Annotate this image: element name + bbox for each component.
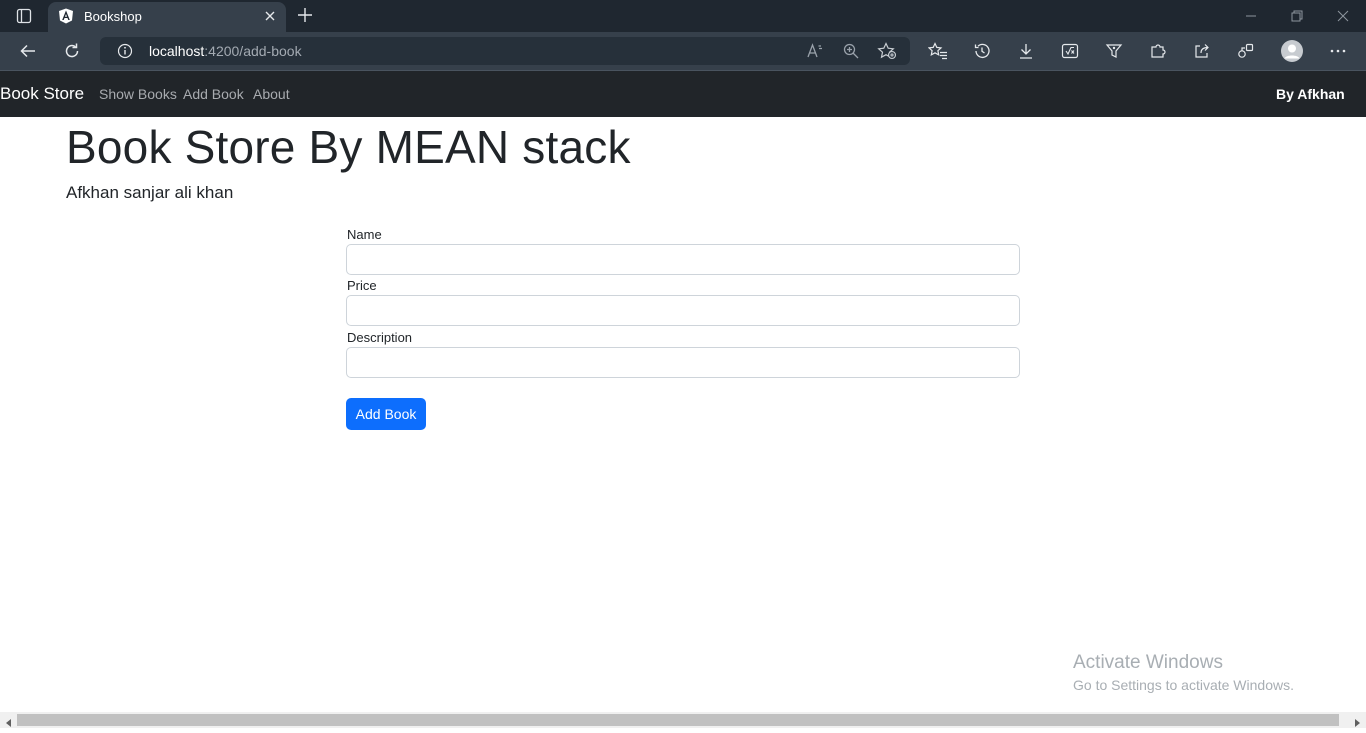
tab-title: Bookshop	[84, 9, 142, 24]
horizontal-scrollbar[interactable]	[0, 712, 1366, 728]
site-info-icon[interactable]	[117, 43, 133, 64]
back-icon[interactable]	[18, 41, 38, 61]
refresh-icon[interactable]	[62, 41, 82, 61]
close-window-icon[interactable]	[1335, 8, 1351, 24]
browser-toolbar: localhost:4200/add-book	[0, 32, 1366, 70]
url-path: :4200/add-book	[204, 43, 302, 59]
extensions-icon[interactable]	[1148, 41, 1168, 61]
favorites-icon[interactable]	[928, 41, 948, 61]
read-aloud-icon[interactable]	[806, 42, 824, 65]
navbar-brand[interactable]: Book Store	[0, 84, 84, 104]
angular-favicon-icon	[58, 8, 74, 24]
new-tab-icon[interactable]	[296, 6, 314, 24]
page-subtitle: Afkhan sanjar ali khan	[66, 183, 234, 202]
minimize-icon[interactable]	[1243, 8, 1259, 24]
app-navbar: Book Store Show Books Add Book About By …	[0, 71, 1366, 117]
browser-tab-active[interactable]: Bookshop	[48, 2, 286, 32]
collections-icon[interactable]	[1104, 41, 1124, 61]
math-solver-icon[interactable]	[1060, 41, 1080, 61]
sidebar-tools-icon[interactable]	[1236, 41, 1256, 61]
address-bar[interactable]: localhost:4200/add-book	[100, 37, 910, 65]
activation-watermark-title: Activate Windows	[1073, 652, 1223, 673]
page-title: Book Store By MEAN stack	[66, 121, 631, 173]
tab-actions-icon[interactable]	[8, 4, 40, 28]
restore-icon[interactable]	[1289, 8, 1305, 24]
price-label: Price	[347, 278, 377, 293]
scroll-left-icon[interactable]	[4, 715, 14, 727]
name-label: Name	[347, 227, 382, 242]
name-input[interactable]	[346, 244, 1020, 275]
browser-tab-strip: Bookshop	[0, 0, 1366, 32]
add-book-button[interactable]: Add Book	[346, 398, 426, 430]
description-input[interactable]	[346, 347, 1020, 378]
more-menu-icon[interactable]	[1328, 41, 1348, 61]
activation-watermark-subtitle: Go to Settings to activate Windows.	[1073, 677, 1294, 693]
zoom-icon[interactable]	[842, 42, 860, 65]
address-url: localhost:4200/add-book	[149, 43, 302, 59]
nav-link-about[interactable]: About	[253, 86, 290, 102]
scroll-right-icon[interactable]	[1352, 715, 1362, 727]
profile-avatar-icon[interactable]	[1280, 39, 1304, 63]
downloads-icon[interactable]	[1016, 41, 1036, 61]
description-label: Description	[347, 330, 413, 345]
scrollbar-thumb[interactable]	[17, 714, 1339, 726]
tab-close-icon[interactable]	[262, 8, 278, 24]
nav-link-add-book[interactable]: Add Book	[183, 86, 244, 102]
price-input[interactable]	[346, 295, 1020, 326]
share-icon[interactable]	[1192, 41, 1212, 61]
nav-link-show-books[interactable]: Show Books	[99, 86, 177, 102]
navbar-author: By Afkhan	[1276, 86, 1345, 102]
url-host: localhost	[149, 43, 205, 59]
history-icon[interactable]	[972, 41, 992, 61]
add-favorite-icon[interactable]	[877, 42, 897, 65]
